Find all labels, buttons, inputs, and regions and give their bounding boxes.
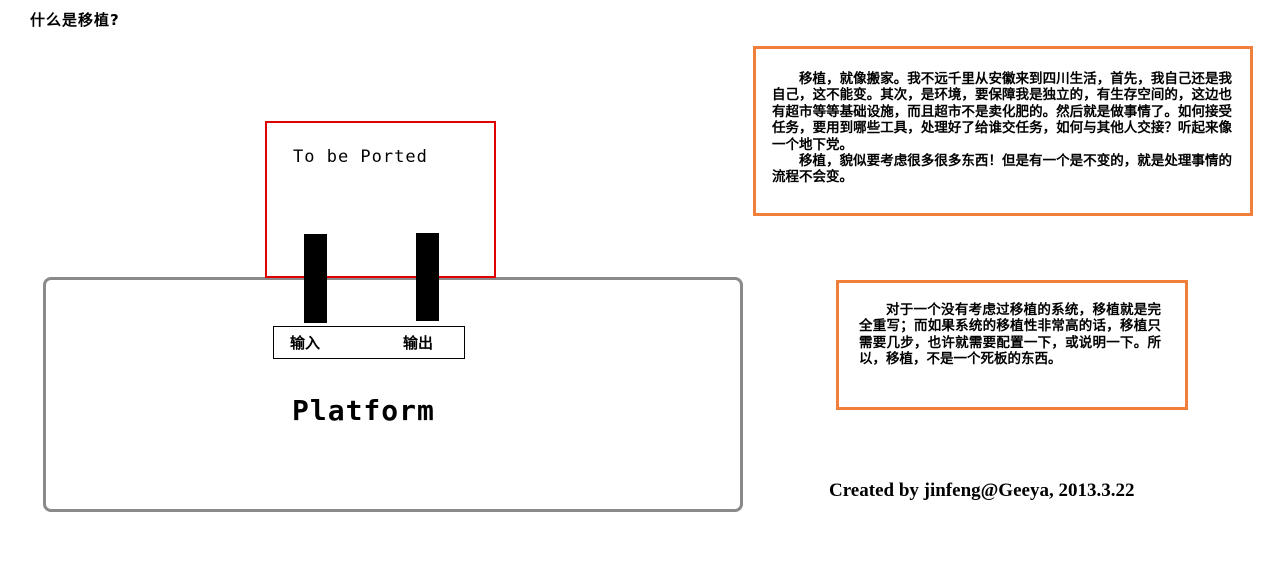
- input-pin: [304, 234, 327, 323]
- platform-label: Platform: [292, 394, 435, 427]
- note-moving-analogy: 移植，就像搬家。我不远千里从安徽来到四川生活，首先，我自己还是我自己，这不能变。…: [753, 46, 1253, 216]
- note-paragraph: 移植，就像搬家。我不远千里从安徽来到四川生活，首先，我自己还是我自己，这不能变。…: [772, 71, 1232, 153]
- output-label: 输出: [403, 334, 434, 352]
- note-paragraph: 移植，貌似要考虑很多很多东西！但是有一个是不变的，就是处理事情的流程不会变。: [772, 153, 1232, 186]
- credit-text: Created by jinfeng@Geeya, 2013.3.22: [829, 480, 1135, 501]
- input-label: 输入: [290, 334, 321, 352]
- note-paragraph: 对于一个没有考虑过移植的系统，移植就是完全重写；而如果系统的移植性非常高的话，移…: [859, 302, 1161, 368]
- page-title: 什么是移植?: [30, 11, 120, 29]
- note-portability: 对于一个没有考虑过移植的系统，移植就是完全重写；而如果系统的移植性非常高的话，移…: [836, 280, 1188, 410]
- to-be-ported-box: [265, 121, 496, 278]
- to-be-ported-label: To be Ported: [293, 147, 428, 167]
- output-pin: [416, 233, 439, 321]
